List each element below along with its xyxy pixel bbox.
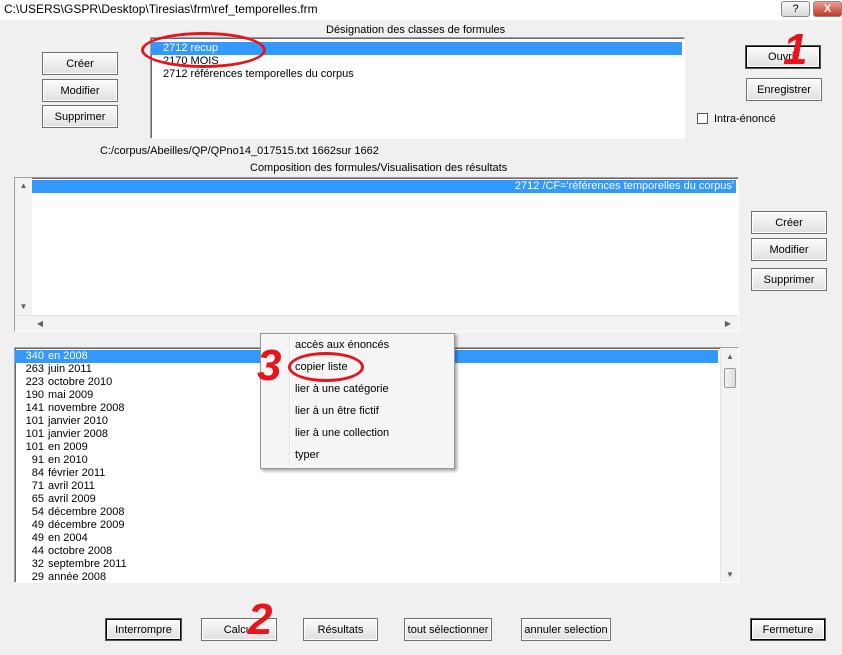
result-count: 101 (25, 415, 44, 427)
composition-header: Composition des formules/Visualisation d… (250, 162, 508, 174)
result-label: octobre 2008 (48, 545, 113, 557)
results-vscrollbar[interactable]: ▲ ▼ (720, 348, 738, 582)
result-label: septembre 2011 (48, 558, 127, 570)
result-row[interactable]: 65 avril 2009 (15, 493, 96, 506)
result-label: décembre 2009 (48, 519, 125, 531)
intra-checkbox[interactable] (697, 113, 708, 124)
result-row[interactable]: 32 septembre 2011 (15, 558, 127, 571)
menu-item-acces-enonces[interactable]: accès aux énoncés (295, 339, 389, 351)
composition-delete-button[interactable]: Supprimer (751, 268, 827, 291)
composition-row[interactable]: 2712 /CF='références temporelles du corp… (32, 180, 736, 193)
result-row[interactable]: 101 janvier 2008 (15, 428, 108, 441)
result-label: année 2008 (48, 571, 107, 583)
result-row[interactable]: 29 année 2008 (15, 571, 107, 583)
result-label: mai 2009 (48, 389, 94, 401)
scroll-down-icon[interactable]: ▼ (15, 302, 32, 311)
result-count: 44 (31, 545, 44, 557)
menu-item-lier-collection[interactable]: lier à une collection (295, 427, 389, 439)
result-count: 263 (25, 363, 44, 375)
result-count: 29 (31, 571, 44, 583)
result-count: 49 (31, 532, 44, 544)
result-label: en 2010 (48, 454, 88, 466)
result-label: juin 2011 (48, 363, 92, 375)
result-row[interactable]: 71 avril 2011 (15, 480, 95, 493)
result-label: en 2008 (48, 350, 88, 362)
menu-item-lier-etre-fictif[interactable]: lier à un être fictif (295, 405, 379, 417)
scroll-up-icon[interactable]: ▲ (721, 352, 738, 361)
result-count: 71 (31, 480, 44, 492)
composition-modify-button[interactable]: Modifier (751, 238, 827, 261)
class-create-button[interactable]: Créer (42, 52, 118, 75)
result-row[interactable]: 101 en 2009 (15, 441, 88, 454)
result-count: 101 (25, 428, 44, 440)
result-row[interactable]: 44 octobre 2008 (15, 545, 112, 558)
result-count: 91 (31, 454, 44, 466)
result-count: 32 (31, 558, 44, 570)
context-menu: accès aux énoncés copier liste lier à un… (260, 333, 455, 469)
result-label: en 2004 (48, 532, 88, 544)
scroll-thumb[interactable] (724, 368, 736, 388)
result-row[interactable]: 49 décembre 2009 (15, 519, 125, 532)
result-count: 141 (25, 402, 44, 414)
annotation-number-1: 1 (783, 25, 808, 74)
result-row[interactable]: 54 décembre 2008 (15, 506, 125, 519)
results-button[interactable]: Résultats (303, 618, 378, 641)
result-count: 190 (25, 389, 44, 401)
result-row[interactable]: 141 novembre 2008 (15, 402, 125, 415)
result-count: 101 (25, 441, 44, 453)
result-label: février 2011 (48, 467, 106, 479)
result-label: janvier 2008 (48, 428, 108, 440)
highlight-ellipse-class (141, 32, 266, 68)
result-label: janvier 2010 (48, 415, 108, 427)
result-count: 65 (31, 493, 44, 505)
result-row[interactable]: 101 janvier 2010 (15, 415, 108, 428)
result-row[interactable]: 223 octobre 2010 (15, 376, 113, 389)
result-row[interactable]: 263 juin 2011 (15, 363, 92, 376)
composition-list[interactable]: 2712 /CF='références temporelles du corp… (14, 177, 739, 332)
result-count: 49 (31, 519, 44, 531)
result-count: 223 (25, 376, 44, 388)
class-delete-button[interactable]: Supprimer (42, 105, 118, 128)
window-title: C:\USERS\GSPR\Desktop\Tiresias\frm\ref_t… (4, 2, 318, 16)
close-button[interactable]: X (813, 1, 842, 17)
interrupt-button[interactable]: Interrompre (106, 619, 181, 640)
result-row[interactable]: 91 en 2010 (15, 454, 88, 467)
close-dialog-button[interactable]: Fermeture (751, 619, 825, 640)
menu-gutter (289, 336, 291, 466)
scroll-up-icon[interactable]: ▲ (15, 181, 32, 190)
class-item[interactable]: 2712 références temporelles du corpus (151, 68, 354, 81)
annotation-number-3: 3 (257, 341, 282, 390)
annotation-number-2: 2 (248, 595, 273, 644)
intra-label: Intra-énoncé (714, 113, 776, 125)
result-row[interactable]: 190 mai 2009 (15, 389, 94, 402)
class-modify-button[interactable]: Modifier (42, 79, 118, 102)
result-row[interactable]: 49 en 2004 (15, 532, 88, 545)
menu-item-typer[interactable]: typer (295, 449, 319, 461)
scroll-left-icon[interactable]: ◀ (35, 319, 45, 328)
result-count: 84 (31, 467, 44, 479)
menu-item-lier-categorie[interactable]: lier à une catégorie (295, 383, 389, 395)
title-bar: C:\USERS\GSPR\Desktop\Tiresias\frm\ref_t… (0, 0, 842, 20)
cancel-selection-button[interactable]: annuler selection (521, 618, 611, 641)
result-label: avril 2009 (48, 493, 96, 505)
result-count: 54 (31, 506, 44, 518)
help-button[interactable]: ? (781, 1, 810, 17)
scroll-down-icon[interactable]: ▼ (721, 570, 738, 579)
result-label: octobre 2010 (48, 376, 113, 388)
highlight-ellipse-copy (288, 352, 364, 382)
result-label: décembre 2008 (48, 506, 125, 518)
composition-hscrollbar[interactable]: ◀ ▶ (15, 315, 738, 331)
save-button[interactable]: Enregistrer (746, 78, 822, 101)
result-row[interactable]: 84 février 2011 (15, 467, 106, 480)
result-label: en 2009 (48, 441, 88, 453)
composition-vscrollbar[interactable]: ▲ ▼ (15, 178, 32, 315)
corpus-path: C:/corpus/Abeilles/QP/QPno14_017515.txt … (100, 145, 379, 157)
select-all-button[interactable]: tout sélectionner (404, 618, 492, 641)
result-label: novembre 2008 (48, 402, 125, 414)
result-count: 340 (25, 350, 44, 362)
composition-create-button[interactable]: Créer (751, 211, 827, 234)
result-label: avril 2011 (48, 480, 95, 492)
classes-header: Désignation des classes de formules (326, 24, 506, 36)
scroll-right-icon[interactable]: ▶ (723, 319, 733, 328)
